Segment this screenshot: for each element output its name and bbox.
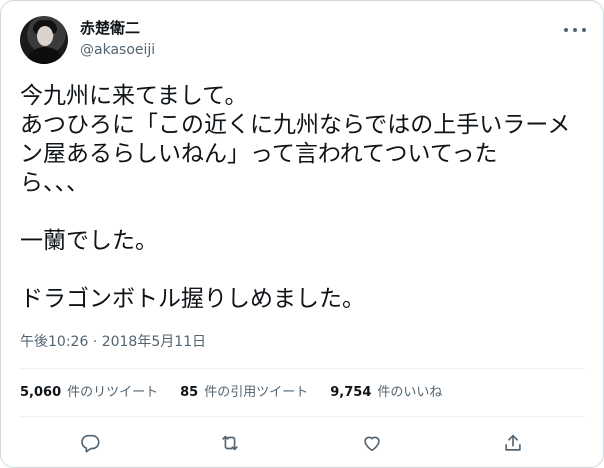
tweet-text: 今九州に来てまして。 あつひろに「この近くに九州ならではの上手いラーメ ン屋ある… bbox=[20, 82, 580, 314]
more-dot bbox=[573, 28, 577, 32]
tweet-card: 赤楚衛二 @akasoeiji 今九州に来てまして。 あつひろに「この近くに九州… bbox=[0, 0, 604, 468]
tweet-line: 一蘭でした。 bbox=[20, 228, 158, 254]
avatar-face bbox=[37, 26, 53, 46]
more-dot bbox=[582, 28, 586, 32]
divider bbox=[19, 416, 585, 417]
retweets-stat[interactable]: 5,060 件のリツイート bbox=[20, 384, 158, 402]
avatar-body bbox=[26, 47, 64, 64]
tweet-line: ら、、、 bbox=[20, 170, 89, 196]
quotes-count: 85 bbox=[180, 385, 199, 400]
tweet-timestamp[interactable]: 午後10:26 · 2018年5月11日 bbox=[20, 333, 206, 351]
likes-stat[interactable]: 9,754 件のいいね bbox=[330, 384, 442, 402]
tweet-line bbox=[20, 198, 580, 227]
retweet-button[interactable] bbox=[216, 429, 244, 457]
tweet-actions bbox=[1, 429, 603, 457]
like-button[interactable] bbox=[358, 429, 386, 457]
retweets-count: 5,060 bbox=[20, 385, 62, 400]
likes-count: 9,754 bbox=[330, 385, 372, 400]
share-button[interactable] bbox=[499, 429, 527, 457]
divider bbox=[19, 368, 585, 369]
retweets-label: 件のリツイート bbox=[67, 385, 159, 400]
retweet-icon bbox=[222, 435, 238, 451]
quotes-stat[interactable]: 85 件の引用ツイート bbox=[180, 384, 308, 402]
tweet-line: あつひろに「この近くに九州ならではの上手いラーメ bbox=[20, 112, 571, 138]
tweet-line: 今九州に来てまして。 bbox=[20, 83, 248, 109]
more-horizontal-icon[interactable] bbox=[564, 21, 586, 39]
tweet-stats: 5,060 件のリツイート 85 件の引用ツイート 9,754 件のいいね bbox=[20, 384, 464, 402]
heart-icon bbox=[364, 436, 380, 452]
share-icon bbox=[505, 434, 521, 451]
tweet-line bbox=[20, 256, 580, 285]
likes-label: 件のいいね bbox=[377, 385, 443, 400]
tweet-line: ン屋あるらしいねん」って言われてついてった bbox=[20, 141, 498, 167]
quotes-label: 件の引用ツイート bbox=[204, 385, 309, 400]
tweet-line: ドラゴンボトル握りしめました。 bbox=[20, 286, 365, 312]
author-handle[interactable]: @akasoeiji bbox=[80, 41, 155, 59]
more-dot bbox=[564, 28, 568, 32]
reply-button[interactable] bbox=[76, 429, 104, 457]
author-display-name[interactable]: 赤楚衛二 bbox=[80, 18, 140, 38]
reply-icon bbox=[81, 434, 100, 453]
avatar[interactable] bbox=[20, 16, 68, 64]
